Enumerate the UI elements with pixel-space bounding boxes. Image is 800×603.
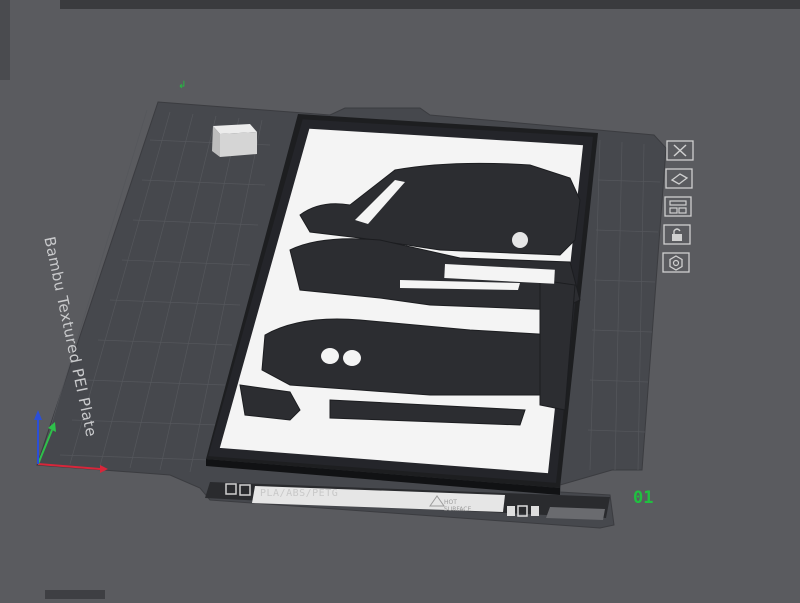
auto-orient-button[interactable] xyxy=(664,168,694,190)
3d-viewport[interactable]: ↲ Bambu Textured PEI Plate PLA/ABS/PETG … xyxy=(0,0,800,599)
x-icon xyxy=(666,140,694,161)
svg-text:↲: ↲ xyxy=(178,80,186,91)
orient-icon xyxy=(665,168,693,189)
arrange-icon xyxy=(664,196,692,217)
gear-icon xyxy=(662,252,690,273)
hot-surface-line1: HOT xyxy=(444,499,457,506)
top-toolbar-strip xyxy=(60,0,800,9)
lock-plate-button[interactable] xyxy=(662,224,692,246)
lock-icon xyxy=(663,224,691,245)
viewport-canvas[interactable]: ↲ xyxy=(0,0,800,599)
bottom-left-panel xyxy=(45,590,105,599)
left-edge-panel xyxy=(0,0,10,80)
hot-surface-line2: SURFACE xyxy=(444,506,472,513)
close-plate-button[interactable] xyxy=(665,140,695,162)
prime-block[interactable] xyxy=(212,124,257,157)
arrange-button[interactable] xyxy=(663,196,693,218)
plate-corner-tab xyxy=(546,507,605,520)
filament-type-label: PLA/ABS/PETG xyxy=(260,488,339,499)
plate-number[interactable]: 01 xyxy=(633,488,653,508)
plate-settings-button[interactable] xyxy=(661,252,691,274)
hot-surface-warning: HOT SURFACE xyxy=(444,499,471,513)
